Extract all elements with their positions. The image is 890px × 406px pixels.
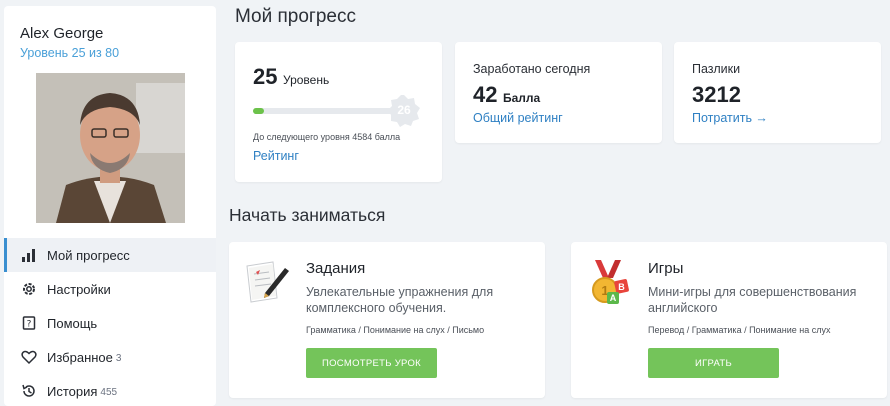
- tasks-tags: Грамматика / Понимание на слух / Письмо: [306, 325, 485, 335]
- sidebar-item-label: Помощь: [47, 315, 98, 331]
- sidebar-item-label: Мой прогресс: [47, 247, 130, 263]
- sidebar-item-favorites[interactable]: Избранное 3: [4, 340, 216, 374]
- next-level-text: До следующего уровня 4584 балла: [253, 132, 401, 142]
- sidebar-item-settings[interactable]: Настройки: [4, 272, 216, 306]
- level-progress-fill: [253, 108, 265, 114]
- next-level-badge: 26: [387, 94, 421, 128]
- tasks-title: Задания: [306, 260, 366, 277]
- puzzles-label: Пазлики: [692, 62, 741, 76]
- medal-icon: 1 B A: [585, 258, 633, 306]
- svg-text:A: A: [610, 293, 617, 303]
- level-label: Уровень: [283, 73, 330, 87]
- avatar: [36, 73, 185, 223]
- heart-icon: [20, 348, 38, 366]
- tasks-description: Увлекательные упражнения для комплексног…: [306, 285, 494, 315]
- games-title: Игры: [648, 260, 684, 277]
- paper-pen-icon: [243, 258, 291, 306]
- sidebar-item-label: Настройки: [47, 281, 111, 297]
- profile-name: Alex George: [20, 25, 104, 42]
- view-lesson-button[interactable]: ПОСМОТРЕТЬ УРОК: [306, 348, 437, 378]
- earned-unit: Балла: [503, 91, 541, 105]
- sidebar-item-progress[interactable]: Мой прогресс: [4, 238, 216, 272]
- sidebar-item-history[interactable]: История 455: [4, 374, 216, 406]
- bar-chart-icon: [20, 246, 38, 264]
- games-tags: Перевод / Грамматика / Понимание на слух: [648, 325, 831, 335]
- rating-link[interactable]: Рейтинг: [253, 149, 299, 163]
- level-number: 25: [253, 64, 278, 89]
- history-icon: [20, 382, 38, 400]
- help-icon: ?: [20, 314, 38, 332]
- svg-text:?: ?: [27, 320, 32, 330]
- history-count: 455: [100, 386, 118, 398]
- spend-link[interactable]: Потратить →: [692, 111, 768, 125]
- earned-label: Заработано сегодня: [473, 62, 591, 76]
- gear-icon: [20, 280, 38, 298]
- sidebar-nav: Мой прогресс Настройки ? Помощь Избранно…: [4, 238, 216, 406]
- next-level-number: 26: [397, 103, 411, 117]
- puzzles-card: Пазлики 3212 Потратить →: [674, 42, 881, 143]
- section-title: Начать заниматься: [229, 205, 386, 225]
- tasks-card: Задания Увлекательные упражнения для ком…: [229, 242, 545, 398]
- earned-today-card: Заработано сегодня 42 Балла Общий рейтин…: [455, 42, 662, 143]
- puzzles-value: 3212: [692, 82, 741, 107]
- earned-value: 42: [473, 82, 498, 107]
- level-card: 25 Уровень 26 До следующего уровня 4584 …: [235, 42, 442, 182]
- page-title: Мой прогресс: [235, 6, 356, 27]
- games-card: 1 B A Игры Мини-игры для совершенствован…: [571, 242, 887, 398]
- overall-rating-link[interactable]: Общий рейтинг: [473, 111, 563, 125]
- sidebar-item-label: История: [47, 383, 98, 399]
- sidebar-item-help[interactable]: ? Помощь: [4, 306, 216, 340]
- sidebar-item-label: Избранное: [47, 349, 113, 365]
- svg-text:B: B: [618, 282, 625, 292]
- sidebar: Alex George Уровень 25 из 80 Мой прогрес…: [4, 6, 216, 406]
- favorites-count: 3: [115, 352, 122, 364]
- profile-level: Уровень 25 из 80: [20, 46, 120, 60]
- games-description: Мини-игры для совершенствования английск…: [648, 285, 857, 315]
- play-button[interactable]: ИГРАТЬ: [648, 348, 779, 378]
